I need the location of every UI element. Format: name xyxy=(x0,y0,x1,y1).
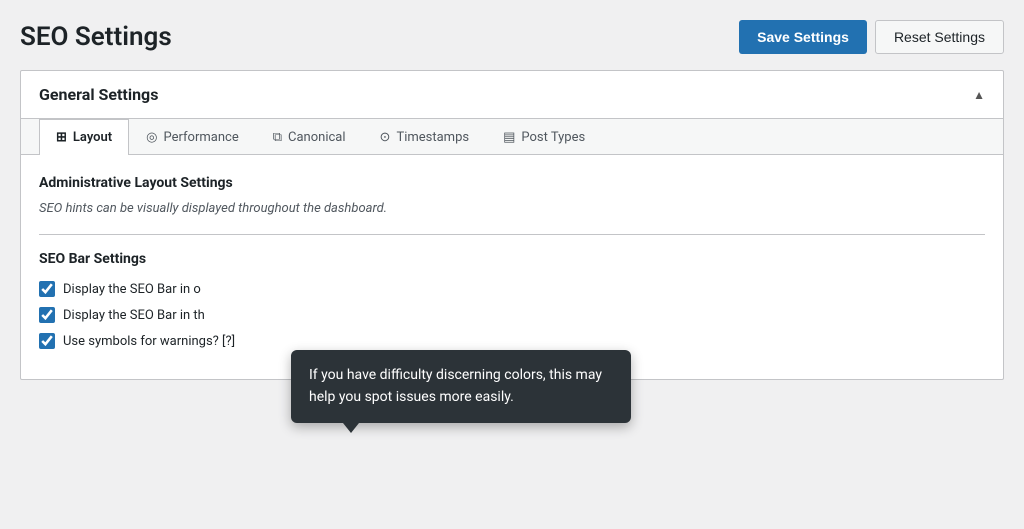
canonical-icon: ⧉ xyxy=(273,130,282,145)
tab-layout-label: Layout xyxy=(73,130,112,145)
general-settings-section: General Settings ▲ ⊞ Layout ◎ Performanc… xyxy=(20,70,1004,380)
tab-timestamps-label: Timestamps xyxy=(396,130,469,145)
collapse-arrow-icon[interactable]: ▲ xyxy=(973,88,985,102)
post-types-icon: ▤ xyxy=(503,130,515,145)
admin-layout-title: Administrative Layout Settings xyxy=(39,175,985,191)
tab-post-types-label: Post Types xyxy=(521,130,585,145)
tab-canonical-label: Canonical xyxy=(288,130,346,145)
tabs-bar: ⊞ Layout ◎ Performance ⧉ Canonical ⊙ Tim… xyxy=(21,119,1003,155)
checkbox-seo-bar-3[interactable] xyxy=(39,333,55,349)
page-title: SEO Settings xyxy=(20,22,172,52)
tab-performance[interactable]: ◎ Performance xyxy=(129,119,256,155)
checkbox-label-2: Display the SEO Bar in th xyxy=(63,308,205,323)
admin-hint-text: SEO hints can be visually displayed thro… xyxy=(39,201,985,216)
tab-post-types[interactable]: ▤ Post Types xyxy=(486,119,602,155)
tab-layout[interactable]: ⊞ Layout xyxy=(39,119,129,155)
tab-performance-label: Performance xyxy=(164,130,239,145)
reset-settings-button[interactable]: Reset Settings xyxy=(875,20,1004,54)
checkbox-row-3: Use symbols for warnings? [?] xyxy=(39,333,985,349)
checkbox-label-3: Use symbols for warnings? [?] xyxy=(63,334,235,349)
divider xyxy=(39,234,985,235)
tooltip-popup: If you have difficulty discerning colors… xyxy=(291,350,631,423)
checkbox-seo-bar-1[interactable] xyxy=(39,281,55,297)
checkbox-row-2: Display the SEO Bar in th xyxy=(39,307,985,323)
tab-timestamps[interactable]: ⊙ Timestamps xyxy=(363,119,487,155)
checkbox-row-1: Display the SEO Bar in o xyxy=(39,281,985,297)
save-settings-button[interactable]: Save Settings xyxy=(739,20,867,54)
section-title: General Settings xyxy=(39,85,158,104)
layout-icon: ⊞ xyxy=(56,130,67,145)
tab-content-layout: Administrative Layout Settings SEO hints… xyxy=(21,155,1003,379)
checkbox-label-1: Display the SEO Bar in o xyxy=(63,282,201,297)
page-header: SEO Settings Save Settings Reset Setting… xyxy=(20,20,1004,54)
section-header[interactable]: General Settings ▲ xyxy=(21,71,1003,119)
tooltip-text: If you have difficulty discerning colors… xyxy=(309,367,602,405)
timestamps-icon: ⊙ xyxy=(380,130,391,145)
checkbox-seo-bar-2[interactable] xyxy=(39,307,55,323)
seo-bar-title: SEO Bar Settings xyxy=(39,251,985,267)
header-buttons: Save Settings Reset Settings xyxy=(739,20,1004,54)
performance-icon: ◎ xyxy=(146,130,157,145)
tab-canonical[interactable]: ⧉ Canonical xyxy=(256,119,363,155)
